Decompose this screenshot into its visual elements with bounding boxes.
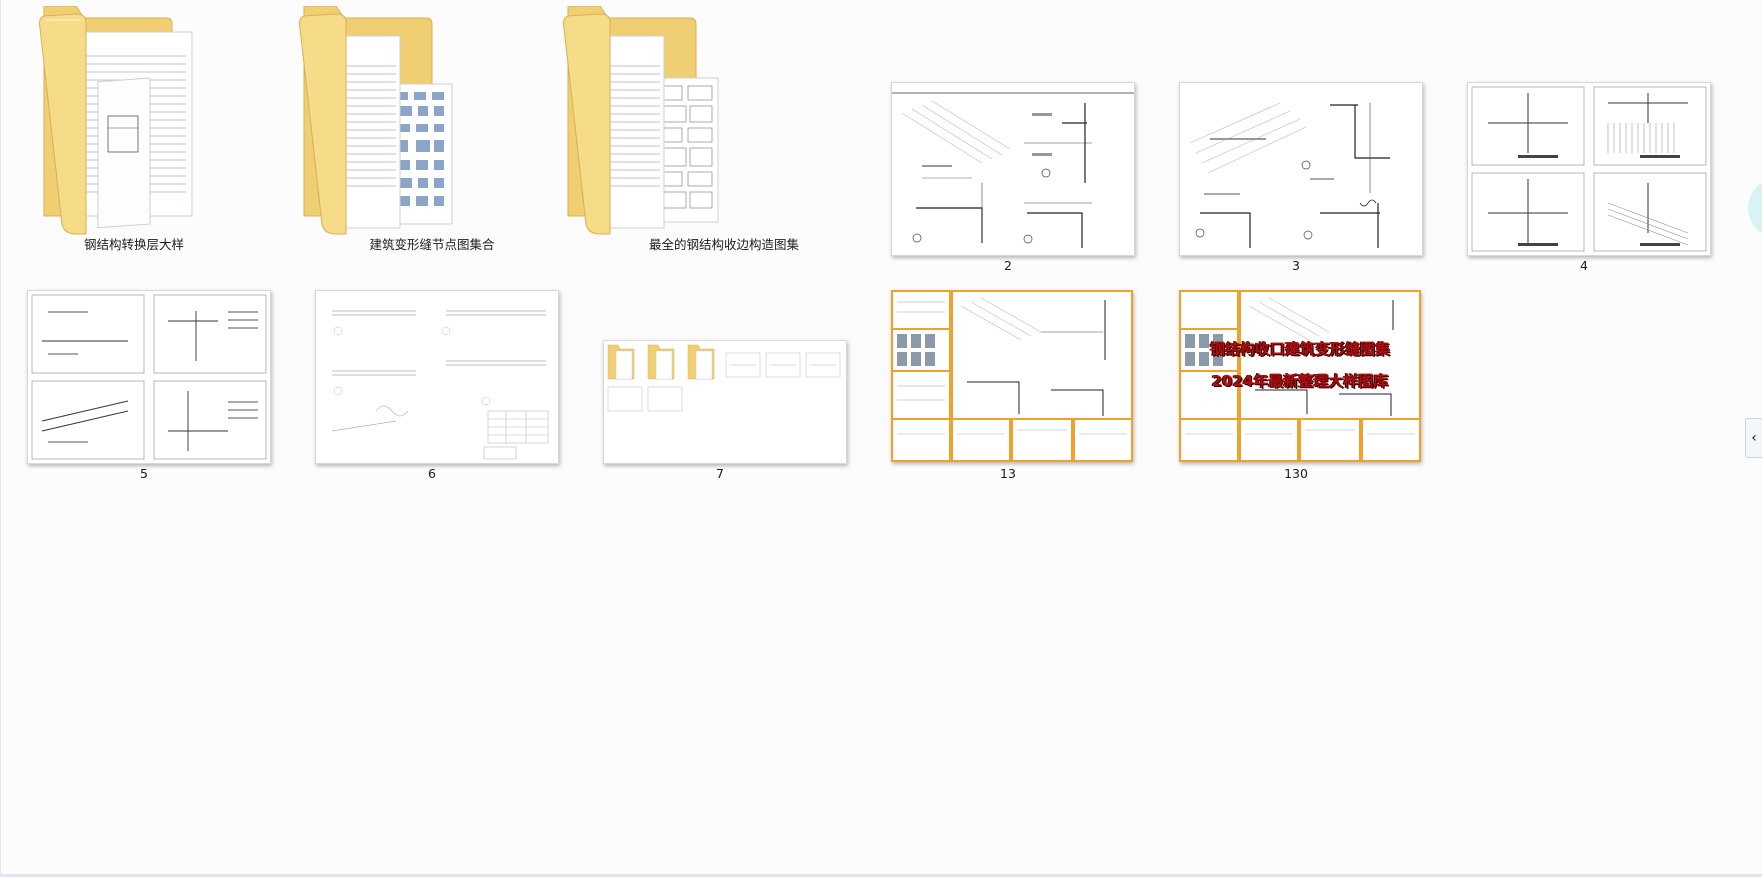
image-label: 130 <box>1284 466 1308 481</box>
file-view-pane: 钢结构转换层大样 建筑变形缝节点图集合 最全的钢结构收边构造图集 2 3 4 5… <box>0 0 1762 877</box>
image-thumbnail: 钢结构收口建筑变形缝图集 2024年最新整理大样图库 <box>1179 290 1421 462</box>
image-item[interactable]: 7 <box>576 288 847 488</box>
image-thumbnail <box>27 290 271 464</box>
folder-item[interactable]: 钢结构转换层大样 <box>0 0 260 252</box>
cad-drawing-icon <box>31 294 267 460</box>
collapse-panel-button[interactable]: ‹ <box>1745 418 1762 458</box>
image-item[interactable]: 2 <box>864 0 1135 273</box>
folder-icon <box>39 6 193 235</box>
image-label: 3 <box>1292 258 1300 273</box>
image-thumbnail <box>891 290 1133 462</box>
folder-icon <box>563 6 719 235</box>
image-label: 2 <box>1004 258 1012 273</box>
cad-drawing-icon <box>1471 86 1707 252</box>
image-item[interactable]: 钢结构收口建筑变形缝图集 2024年最新整理大样图库 130 <box>1152 288 1421 488</box>
image-label: 13 <box>1000 466 1016 481</box>
image-thumbnail <box>603 340 847 464</box>
image-item[interactable]: 5 <box>0 288 271 488</box>
cad-drawing-icon <box>331 310 549 460</box>
folder-label: 最全的钢结构收边构造图集 <box>648 237 799 252</box>
image-label: 6 <box>428 466 436 481</box>
image-thumbnail <box>891 82 1135 256</box>
image-label: 7 <box>716 466 724 481</box>
cad-drawing-icon <box>892 92 1134 248</box>
folder-label: 建筑变形缝节点图集合 <box>369 237 495 252</box>
folder-label: 钢结构转换层大样 <box>83 237 184 252</box>
cad-drawing-icon <box>607 344 841 412</box>
image-item[interactable]: 6 <box>288 288 559 488</box>
image-label: 4 <box>1580 258 1588 273</box>
overlay-title: 钢结构收口建筑变形缝图集 <box>1209 340 1390 358</box>
cad-collage-icon <box>893 292 1131 460</box>
folder-item[interactable]: 建筑变形缝节点图集合 <box>288 0 548 252</box>
image-label: 5 <box>140 466 148 481</box>
folder-item[interactable]: 最全的钢结构收边构造图集 <box>563 0 836 252</box>
overlay-subtitle: 2024年最新整理大样图库 <box>1211 372 1389 390</box>
image-thumbnail <box>1179 82 1423 256</box>
pane-left-border <box>0 0 1 877</box>
image-item[interactable]: 13 <box>864 288 1133 488</box>
cad-drawing-icon <box>1189 102 1390 248</box>
folder-icon <box>299 6 453 235</box>
image-thumbnail <box>315 290 559 464</box>
chevron-left-icon: ‹ <box>1751 430 1757 446</box>
image-thumbnail <box>1467 82 1711 256</box>
image-item[interactable]: 4 <box>1440 0 1711 273</box>
image-item[interactable]: 3 <box>1152 0 1423 273</box>
